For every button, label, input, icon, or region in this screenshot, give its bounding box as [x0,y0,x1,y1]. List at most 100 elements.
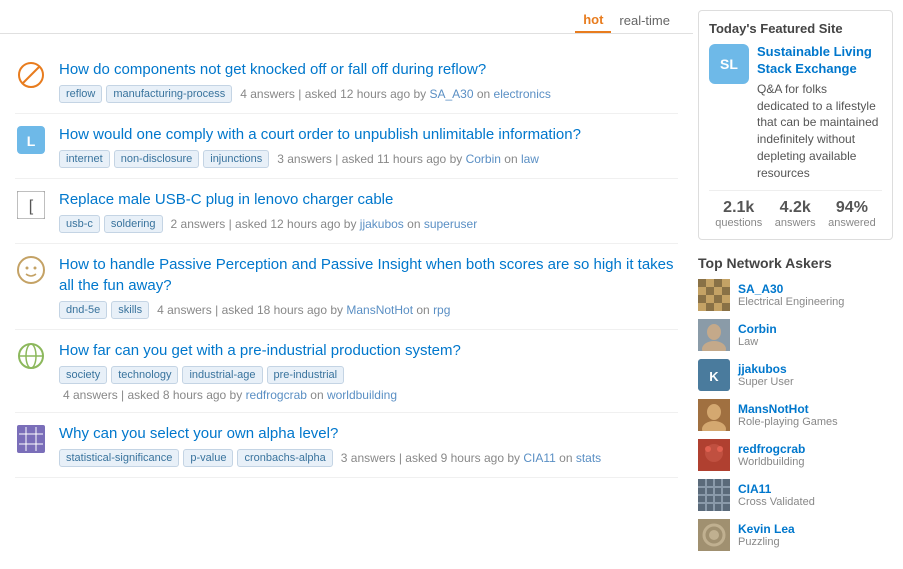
asker-info: MansNotHot Role-playing Games [738,402,838,428]
sidebar: Today's Featured Site SL Sustainable Liv… [693,0,903,569]
author-link[interactable]: SA_A30 [429,87,473,101]
asker-name[interactable]: Corbin [738,322,777,336]
question-title[interactable]: Why can you select your own alpha level? [59,423,678,444]
tags-meta: societytechnologyindustrial-age pre-indus… [59,366,678,402]
asker-name[interactable]: CIA11 [738,482,815,496]
stat-item: 94%answered [828,199,876,229]
asker-item: K jjakubos Super User [698,359,893,391]
question-item: How do components not get knocked off or… [15,49,678,114]
author-link[interactable]: redfrogcrab [246,388,307,402]
asker-info: Kevin Lea Puzzling [738,522,795,548]
site-icon: SL [709,44,749,84]
question-item: Why can you select your own alpha level?… [15,413,678,478]
asker-site: Puzzling [738,536,795,548]
stat-item: 2.1kquestions [715,199,762,229]
tags-meta: statistical-significancep-valuecronbachs… [59,449,678,467]
asker-avatar [698,479,730,511]
featured-stats: 2.1kquestions4.2kanswers94%answered [709,190,882,229]
asker-avatar [698,439,730,471]
question-title[interactable]: How would one comply with a court order … [59,124,678,145]
site-link[interactable]: stats [576,451,601,465]
question-meta: 4 answers | asked 18 hours ago by MansNo… [157,303,450,317]
site-link[interactable]: electronics [494,87,551,101]
question-icon [15,59,47,91]
tag[interactable]: society [59,366,107,384]
tag[interactable]: cronbachs-alpha [237,449,332,467]
tag[interactable]: statistical-significance [59,449,179,467]
tag[interactable]: industrial-age [182,366,262,384]
question-title[interactable]: Replace male USB-C plug in lenovo charge… [59,189,678,210]
asker-name[interactable]: MansNotHot [738,402,838,416]
tag[interactable]: soldering [104,215,163,233]
question-item: [ Replace male USB-C plug in lenovo char… [15,179,678,244]
tag[interactable]: p-value [183,449,233,467]
question-title[interactable]: How do components not get knocked off or… [59,59,678,80]
asker-item: redfrogcrab Worldbuilding [698,439,893,471]
top-askers: Top Network Askers SA_A30 Electrical Eng… [698,255,893,551]
question-item: How far can you get with a pre-industria… [15,330,678,413]
svg-text:[: [ [29,198,34,215]
question-icon [15,340,47,372]
question-item: How to handle Passive Perception and Pas… [15,244,678,330]
tag[interactable]: non-disclosure [114,150,200,168]
site-link[interactable]: law [521,152,539,166]
tab-realtime[interactable]: real-time [611,9,678,32]
asker-site: Electrical Engineering [738,296,844,308]
tag[interactable]: internet [59,150,110,168]
site-link[interactable]: worldbuilding [327,388,397,402]
asker-site: Role-playing Games [738,416,838,428]
author-link[interactable]: CIA11 [523,451,555,465]
tag[interactable]: manufacturing-process [106,85,232,103]
question-icon: [ [15,189,47,221]
asker-info: Corbin Law [738,322,777,348]
asker-avatar [698,319,730,351]
asker-avatar [698,399,730,431]
tag[interactable]: skills [111,301,149,319]
question-body: Replace male USB-C plug in lenovo charge… [59,189,678,233]
stat-value: 94% [828,199,876,217]
tag[interactable]: pre-industrial [267,366,345,384]
svg-text:K: K [709,369,719,384]
asker-name[interactable]: SA_A30 [738,282,844,296]
asker-name[interactable]: Kevin Lea [738,522,795,536]
question-body: How to handle Passive Perception and Pas… [59,254,678,319]
svg-text:L: L [27,133,36,149]
tag[interactable]: usb-c [59,215,100,233]
tags-meta: reflowmanufacturing-process 4 answers | … [59,85,678,103]
site-link[interactable]: superuser [424,217,477,231]
site-name[interactable]: Sustainable Living Stack Exchange [757,44,882,78]
asker-site: Law [738,336,777,348]
site-desc: Q&A for folks dedicated to a lifestyle t… [757,81,882,182]
question-meta: 4 answers | asked 8 hours ago by redfrog… [63,388,397,402]
asker-name[interactable]: jjakubos [738,362,794,376]
asker-item: SA_A30 Electrical Engineering [698,279,893,311]
top-askers-title: Top Network Askers [698,255,893,271]
featured-header: Today's Featured Site [709,21,882,36]
asker-info: SA_A30 Electrical Engineering [738,282,844,308]
stat-value: 4.2k [775,199,816,217]
question-meta: 2 answers | asked 12 hours ago by jjakub… [171,217,478,231]
tag[interactable]: reflow [59,85,102,103]
author-link[interactable]: Corbin [466,152,501,166]
asker-avatar [698,519,730,551]
site-link[interactable]: rpg [433,303,450,317]
question-title[interactable]: How far can you get with a pre-industria… [59,340,678,361]
stat-label: answered [828,217,876,229]
asker-site: Super User [738,376,794,388]
tag[interactable]: injunctions [203,150,269,168]
question-icon: L [15,124,47,156]
tag[interactable]: dnd-5e [59,301,107,319]
stat-value: 2.1k [715,199,762,217]
featured-site-card: Today's Featured Site SL Sustainable Liv… [698,10,893,240]
asker-site: Worldbuilding [738,456,805,468]
tabs-bar: hot real-time [0,0,693,34]
question-title[interactable]: How to handle Passive Perception and Pas… [59,254,678,296]
asker-info: CIA11 Cross Validated [738,482,815,508]
asker-item: Corbin Law [698,319,893,351]
author-link[interactable]: MansNotHot [346,303,413,317]
question-body: How far can you get with a pre-industria… [59,340,678,402]
asker-name[interactable]: redfrogcrab [738,442,805,456]
author-link[interactable]: jjakubos [360,217,404,231]
tag[interactable]: technology [111,366,178,384]
tab-hot[interactable]: hot [575,8,611,33]
